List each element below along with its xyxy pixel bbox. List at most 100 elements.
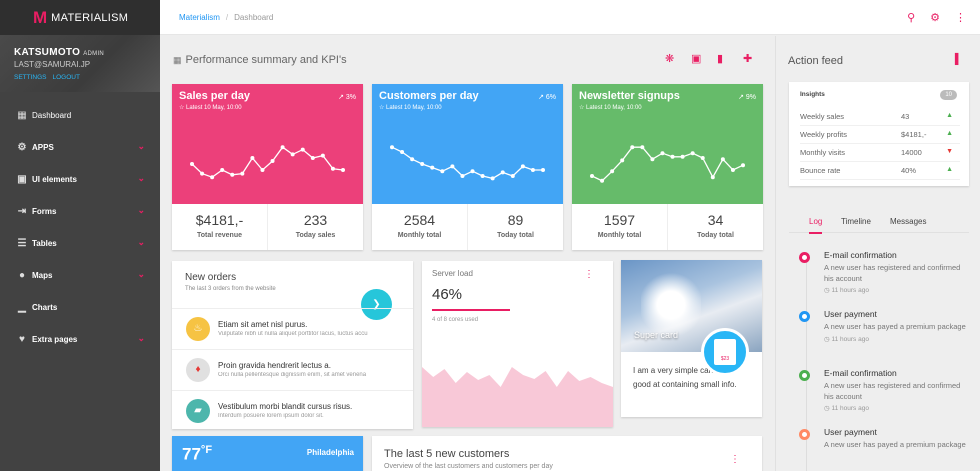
kpi-stat-label: Monthly total	[597, 232, 642, 239]
sidebar-item-ui-elements[interactable]: ▣ UI elements ⌄	[0, 163, 160, 195]
order-text: Proin gravida hendrerit lectus a. Orci nu…	[218, 361, 408, 378]
share-icon[interactable]: ❋	[665, 52, 691, 65]
kpi-title: Newsletter signups	[579, 90, 680, 102]
insight-value: 14000	[901, 148, 922, 157]
sidebar-item-label: APPS	[32, 142, 54, 152]
sidebar-item-label: Maps	[32, 270, 53, 280]
add-user-icon[interactable]: ✚	[743, 52, 769, 65]
sparkline-point	[240, 171, 245, 176]
profile-username: KATSUMOTO	[14, 47, 81, 58]
list-item[interactable]: ▰ Vestibulum morbi blandit cursus risus. I…	[172, 390, 413, 430]
log-title: User payment	[824, 427, 877, 437]
arrow-down-icon: ▼	[946, 148, 953, 155]
kpi-sparkline	[590, 145, 745, 183]
tab-log[interactable]: Log	[809, 217, 823, 234]
section-title: Performance summary and KPI's	[185, 54, 347, 66]
logout-link[interactable]: LOGOUT	[53, 74, 80, 81]
kpi-sub-text: Latest 10 May, 10:00	[586, 105, 642, 111]
bar-chart-icon[interactable]: ▌	[955, 54, 962, 65]
sparkline-point	[520, 164, 525, 169]
order-text: Etiam sit amet nisl purus. Vulputate nibh…	[218, 320, 408, 337]
sparkline-point	[190, 162, 194, 166]
sidebar-item-maps[interactable]: ● Maps ⌄	[0, 259, 160, 291]
sparkline-point	[680, 154, 685, 159]
settings-link[interactable]: SETTINGS	[14, 74, 47, 81]
breadcrumb-home[interactable]: Materialism	[179, 13, 220, 22]
sparkline-point	[230, 172, 235, 177]
insight-row: Bounce rate 40% ▲	[800, 162, 960, 180]
sparkline-line	[391, 146, 543, 180]
star-icon: ☆	[579, 105, 587, 111]
tables-icon: ☰	[17, 237, 27, 249]
sidebar-item-forms[interactable]: ⇥ Forms ⌄	[0, 195, 160, 227]
timeline-dot	[799, 252, 810, 263]
sidebar-item-tables[interactable]: ☰ Tables ⌄	[0, 227, 160, 259]
sparkline-point	[200, 171, 205, 176]
gear-icon[interactable]: ⚙	[930, 11, 940, 24]
log-time: ◷ 11 hours ago	[824, 335, 969, 343]
customers-subtitle: Overview of the last customers and custo…	[384, 463, 553, 470]
sparkline-point	[741, 163, 745, 168]
sidebar-item-charts[interactable]: ▁ Charts	[0, 291, 160, 323]
search-icon[interactable]: ⚲	[907, 11, 915, 24]
fire-icon: ♨	[186, 316, 210, 341]
insight-label: Monthly visits	[800, 148, 846, 157]
insight-value: 43	[901, 112, 910, 121]
trending-up-icon: ↗	[738, 94, 746, 101]
extra-pages-icon: ♥	[19, 333, 25, 345]
kpi-subtitle: ☆ Latest 10 May, 10:00	[379, 104, 556, 111]
kpi-stat-value: 89	[507, 212, 524, 228]
file-icon[interactable]: ▮	[717, 52, 743, 65]
sparkline-point	[260, 168, 265, 172]
log-ago: 11 hours ago	[831, 405, 869, 412]
insight-value: $4181,-	[901, 130, 927, 139]
sidebar-item-apps[interactable]: ⚙ APPS ⌄	[0, 131, 160, 163]
sparkline-point	[690, 151, 695, 156]
more-vert-icon[interactable]: ⋮	[730, 454, 740, 465]
sparkline-point	[460, 174, 465, 178]
action-feed: Action feed ▌ Insights 10 Weekly sales 43…	[775, 36, 980, 471]
log-item: E-mail confirmation A new user has regist…	[799, 250, 969, 294]
insight-label: Bounce rate	[800, 166, 841, 175]
list-item[interactable]: ♦ Proin gravida hendrerit lectus a. Orci n…	[172, 349, 413, 389]
image-icon[interactable]: ▣	[691, 52, 717, 65]
orders-title: New orders	[185, 272, 237, 283]
sparkline-line	[591, 146, 744, 182]
list-item[interactable]: ♨ Etiam sit amet nisl purus. Vulputate nib…	[172, 308, 413, 348]
receipt-badge: $23	[701, 328, 749, 376]
insight-row: Weekly sales 43 ▲	[800, 108, 960, 126]
load-area	[422, 367, 613, 427]
sidebar-item-extra-pages[interactable]: ♥ Extra pages ⌄	[0, 323, 160, 355]
profile-email: LAST@SAMURAI.JP	[14, 60, 91, 69]
sparkline-point	[390, 145, 394, 150]
chevron-down-icon: ⌄	[137, 205, 145, 215]
order-text: Vestibulum morbi blandit cursus risus. In…	[218, 402, 408, 419]
insights-card: Insights 10 Weekly sales 43 ▲ Weekly profit…	[789, 82, 969, 186]
tab-timeline[interactable]: Timeline	[841, 217, 871, 226]
sidebar-item-dashboard[interactable]: ▦ Dashboard	[0, 99, 160, 131]
brand[interactable]: M MATERIALISM	[0, 0, 160, 35]
sidebar-item-label: Charts	[32, 302, 58, 312]
more-vert-icon[interactable]: ⋮	[584, 269, 594, 280]
sparkline-point	[530, 168, 535, 172]
tab-messages[interactable]: Messages	[890, 217, 926, 226]
kpi-title: Customers per day	[379, 90, 479, 102]
kpi-stats: 2584 Monthly total 89 Today total	[372, 204, 563, 250]
order-title: Proin gravida hendrerit lectus a.	[218, 361, 331, 370]
arrow-up-icon: ▲	[946, 166, 953, 173]
arrow-up-icon: ▲	[946, 130, 953, 137]
kpi-trend: ↗ 3%	[338, 93, 356, 101]
log-ago: 11 hours ago	[831, 287, 869, 294]
log-time: ◷ 11 hours ago	[824, 404, 969, 412]
sparkline-point	[410, 157, 415, 162]
weather-unit: °F	[200, 444, 213, 456]
kpi-band: Newsletter signups ☆ Latest 10 May, 10:00…	[572, 84, 763, 204]
chevron-down-icon: ⌄	[137, 173, 145, 183]
kpi-band: Customers per day ☆ Latest 10 May, 10:00 ↗…	[372, 84, 563, 204]
kpi-stat-value: 2584	[403, 212, 436, 228]
insights-count-badge: 10	[940, 90, 957, 100]
receipt-icon: $23	[714, 339, 736, 365]
more-vert-icon[interactable]: ⋮	[955, 11, 966, 24]
sparkline-point	[700, 156, 705, 160]
server-bar	[432, 309, 510, 311]
